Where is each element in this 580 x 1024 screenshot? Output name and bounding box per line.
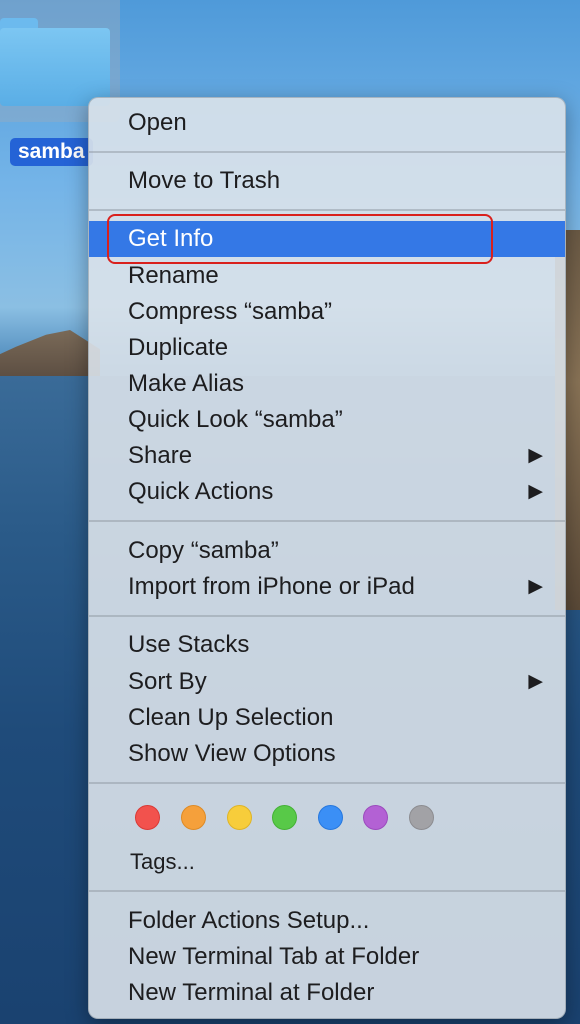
island-background [0,330,100,378]
menu-item-tags[interactable]: Tags... [89,844,565,880]
submenu-arrow-icon: ▶ [528,445,543,466]
menu-item-label: Copy “samba” [128,537,279,564]
menu-item-clean-up-selection[interactable]: Clean Up Selection [89,700,565,736]
desktop: samba Open Move to Trash Get Info Rename… [0,0,580,1024]
menu-separator [89,520,565,522]
menu-separator [89,615,565,617]
menu-item-label: Folder Actions Setup... [128,907,370,934]
tag-orange-dot[interactable] [181,805,206,830]
menu-separator [89,890,565,892]
menu-item-label: Share [128,442,193,469]
submenu-arrow-icon: ▶ [528,576,543,597]
menu-item-label: Clean Up Selection [128,704,334,731]
menu-item-show-view-options[interactable]: Show View Options [89,736,565,772]
menu-item-move-to-trash[interactable]: Move to Trash [89,163,565,199]
tag-yellow-dot[interactable] [227,805,252,830]
menu-item-sort-by[interactable]: Sort By ▶ [89,664,565,700]
menu-item-make-alias[interactable]: Make Alias [89,366,565,402]
menu-item-label: Sort By [128,668,207,695]
menu-item-copy[interactable]: Copy “samba” [89,533,565,569]
menu-separator [89,151,565,153]
tag-green-dot[interactable] [272,805,297,830]
menu-item-label: Quick Look “samba” [128,406,343,433]
folder-icon[interactable] [0,28,110,106]
menu-item-label: Duplicate [128,334,229,361]
submenu-arrow-icon: ▶ [528,481,543,502]
menu-item-label: Open [128,109,187,136]
menu-separator [89,209,565,211]
menu-item-label: Show View Options [128,740,336,767]
tag-purple-dot[interactable] [363,805,388,830]
menu-item-import-from-iphone[interactable]: Import from iPhone or iPad ▶ [89,569,565,605]
folder-name-label[interactable]: samba [10,138,93,166]
tag-red-dot[interactable] [135,805,160,830]
menu-item-quick-look[interactable]: Quick Look “samba” [89,402,565,438]
menu-item-label: Make Alias [128,370,245,397]
menu-item-folder-actions-setup[interactable]: Folder Actions Setup... [89,903,565,939]
tag-gray-dot[interactable] [409,805,434,830]
menu-item-compress[interactable]: Compress “samba” [89,294,565,330]
menu-item-duplicate[interactable]: Duplicate [89,330,565,366]
annotation-highlight-box [107,214,493,264]
menu-item-label: Use Stacks [128,631,250,658]
submenu-arrow-icon: ▶ [528,671,543,692]
menu-item-open[interactable]: Open [89,105,565,141]
menu-item-label: New Terminal at Folder [128,979,375,1006]
menu-item-label: Import from iPhone or iPad [128,573,415,600]
tag-blue-dot[interactable] [318,805,343,830]
menu-item-new-terminal-tab[interactable]: New Terminal Tab at Folder [89,939,565,975]
menu-item-label: Compress “samba” [128,298,333,325]
menu-item-use-stacks[interactable]: Use Stacks [89,627,565,663]
menu-item-new-terminal[interactable]: New Terminal at Folder [89,975,565,1011]
menu-item-quick-actions[interactable]: Quick Actions ▶ [89,474,565,510]
menu-item-label: Move to Trash [128,167,281,194]
menu-item-label: Tags... [130,849,195,874]
menu-item-label: Quick Actions [128,478,274,505]
menu-separator [89,782,565,784]
menu-item-label: New Terminal Tab at Folder [128,943,420,970]
menu-item-share[interactable]: Share ▶ [89,438,565,474]
